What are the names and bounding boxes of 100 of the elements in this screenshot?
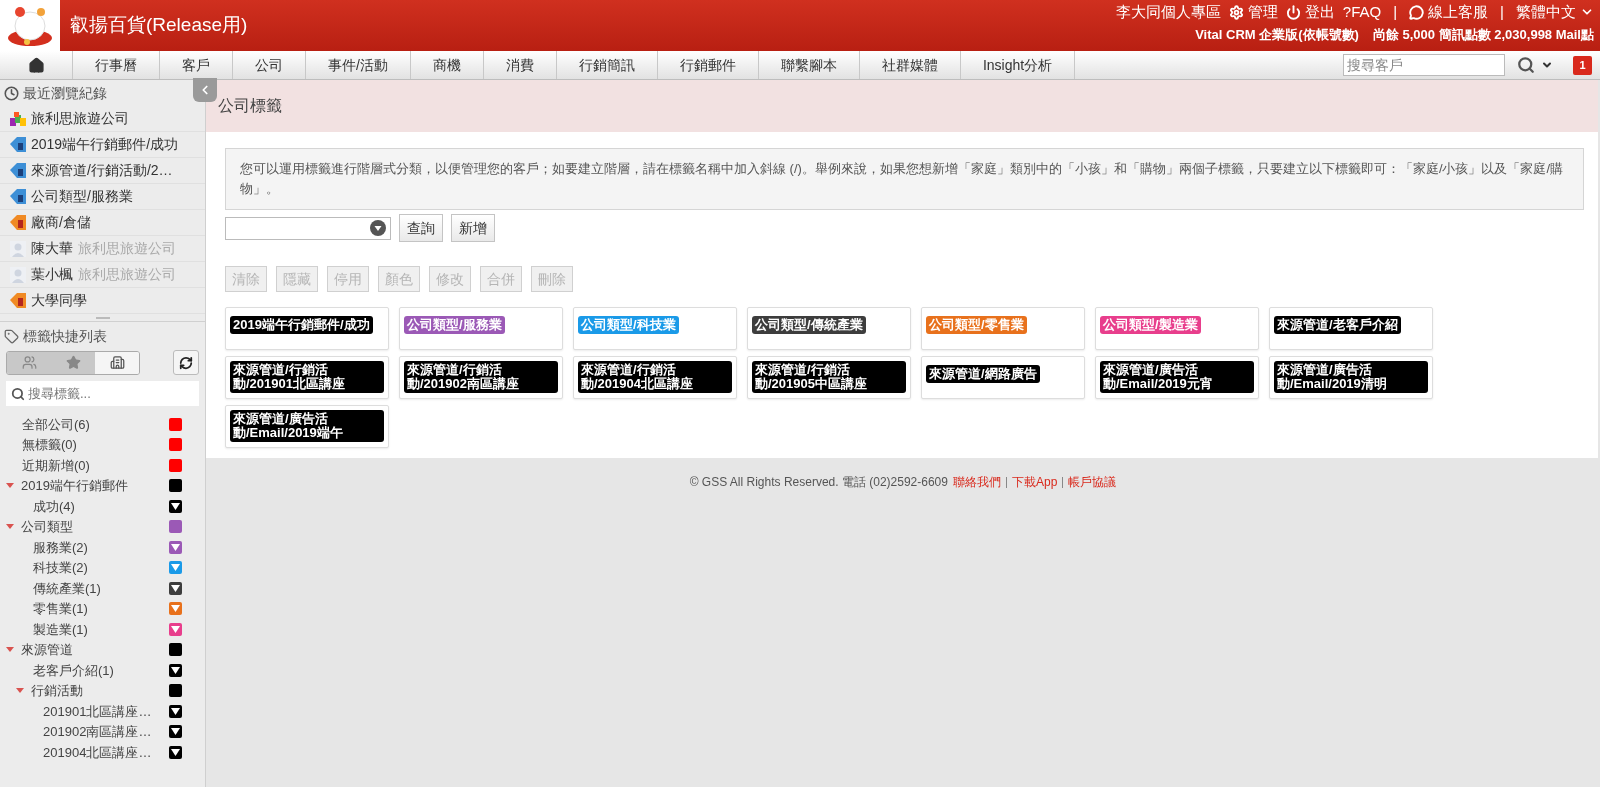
- tag-menu-swatch[interactable]: [169, 745, 182, 759]
- tag-color-swatch[interactable]: [169, 438, 182, 452]
- tag-tree-item[interactable]: 科技業(2): [33, 558, 169, 578]
- add-button[interactable]: 新增: [451, 214, 495, 242]
- tag-menu-swatch[interactable]: [169, 704, 182, 718]
- recent-item[interactable]: 大學同學: [0, 288, 205, 314]
- tag-tree-item[interactable]: 公司類型: [21, 517, 169, 537]
- info-text: 您可以運用標籤進行階層式分類，以便管理您的客戶；如要建立階層，請在標籤名稱中加入斜線 (/)。舉例來說，如果您想新增「家庭」類別中的「小孩」和「購物」兩個子標籤，只要建立以下標籤即可：「家庭/小孩」以及「家庭/購物」。: [240, 160, 1565, 198]
- tag-menu-swatch[interactable]: [169, 540, 182, 554]
- tag-tree-item[interactable]: 2019端午行銷郵件: [21, 476, 169, 496]
- nav-tab[interactable]: 行銷簡訊: [556, 51, 658, 79]
- company-name: 旅利思旅遊公司: [78, 265, 176, 284]
- tag-card[interactable]: 公司類型/製造業: [1095, 307, 1259, 350]
- footer-link[interactable]: 帳戶協議: [1068, 473, 1117, 491]
- recent-item[interactable]: 公司類型/服務業: [0, 184, 205, 210]
- nav-tab[interactable]: 行銷郵件: [657, 51, 759, 79]
- logout-link[interactable]: 登出: [1285, 0, 1335, 24]
- tag-card[interactable]: 來源管道/行銷活動/201902南區講座: [399, 356, 563, 399]
- tag-tree-item[interactable]: 製造業(1): [33, 619, 169, 639]
- tag-menu-swatch[interactable]: [169, 602, 182, 616]
- filter-toggle[interactable]: [51, 351, 95, 374]
- tag-tree-item[interactable]: 老客戶介紹(1): [33, 660, 169, 680]
- tag-card[interactable]: 來源管道/廣告活動/Email/2019端午: [225, 405, 389, 448]
- tag-tree-item[interactable]: 零售業(1): [33, 599, 169, 619]
- tag-menu-swatch[interactable]: [169, 499, 182, 513]
- tag-card[interactable]: 2019端午行銷郵件/成功: [225, 307, 389, 350]
- recent-item[interactable]: 葉小楓 旅利思旅遊公司: [0, 262, 205, 288]
- settings-icon: [1228, 4, 1244, 20]
- tag-tree-item[interactable]: 成功(4): [33, 496, 169, 516]
- tag-tree-item[interactable]: 201901北區講座…: [43, 701, 169, 721]
- tag-card[interactable]: 公司類型/服務業: [399, 307, 563, 350]
- recent-item[interactable]: 旅利思旅遊公司: [0, 106, 205, 132]
- tag-color-swatch[interactable]: [169, 684, 182, 698]
- nav-tab[interactable]: 公司: [233, 51, 306, 79]
- tag-color-swatch[interactable]: [169, 643, 182, 657]
- expanded-arrow-icon[interactable]: [6, 646, 14, 654]
- tag-menu-swatch[interactable]: [169, 561, 182, 575]
- expanded-arrow-icon[interactable]: [6, 523, 14, 531]
- clock-icon: [4, 85, 19, 101]
- expanded-arrow-icon[interactable]: [16, 687, 24, 695]
- support-link[interactable]: 線上客服: [1409, 0, 1489, 24]
- filter-toggle[interactable]: [95, 351, 139, 374]
- tag-color-swatch[interactable]: [169, 417, 182, 431]
- tag-tree-item[interactable]: 來源管道: [21, 640, 169, 660]
- nav-tab[interactable]: 商機: [410, 51, 484, 79]
- tag-card[interactable]: 來源管道/老客戶介紹: [1269, 307, 1433, 350]
- tag-card[interactable]: 來源管道/廣告活動/Email/2019清明: [1269, 356, 1433, 399]
- recent-item[interactable]: 2019端午行銷郵件/成功: [0, 132, 205, 158]
- tag-card[interactable]: 來源管道/廣告活動/Email/2019元宵: [1095, 356, 1259, 399]
- tag-menu-swatch[interactable]: [169, 581, 182, 595]
- tag-tree-item[interactable]: 無標籤(0): [22, 435, 169, 455]
- tag-tree-item[interactable]: 傳統產業(1): [33, 578, 169, 598]
- recent-item-label: 葉小楓: [31, 265, 73, 284]
- recent-item[interactable]: 陳大華 旅利思旅遊公司: [0, 236, 205, 262]
- tag-tree-item[interactable]: 全部公司(6): [22, 414, 169, 434]
- nav-tab[interactable]: 聯繫腳本: [758, 51, 860, 79]
- tag-tree-item[interactable]: 201904北區講座…: [43, 742, 169, 762]
- footer-link[interactable]: 聯絡我們: [952, 473, 1001, 491]
- tag-card[interactable]: 來源管道/行銷活動/201901北區講座: [225, 356, 389, 399]
- tag-color-swatch[interactable]: [169, 520, 182, 534]
- recent-item[interactable]: 來源管道/行銷活動/2…: [0, 158, 205, 184]
- tag-card[interactable]: 公司類型/傳統產業: [747, 307, 911, 350]
- tag-search-field[interactable]: 搜尋標籤...: [6, 381, 199, 406]
- tag-card[interactable]: 來源管道/行銷活動/201905中區講座: [747, 356, 911, 399]
- tag-color-swatch[interactable]: [169, 479, 182, 493]
- tag-label: 來源管道/廣告活動/Email/2019端午: [230, 410, 384, 442]
- copyright-text: © GSS All Rights Reserved. 電話 (02)2592-6609: [689, 474, 948, 491]
- nav-tab[interactable]: Insight分析: [960, 51, 1076, 79]
- dropdown-icon: [171, 625, 180, 633]
- nav-tab[interactable]: 社群媒體: [859, 51, 961, 79]
- recent-item[interactable]: 廠商/倉儲: [0, 210, 205, 236]
- filter-toggle[interactable]: [7, 351, 51, 374]
- footer-link[interactable]: 下載App: [1011, 473, 1058, 491]
- expanded-arrow-icon[interactable]: [6, 482, 14, 490]
- customer-search-field[interactable]: 搜尋客戶: [1343, 54, 1505, 76]
- search-icon[interactable]: [1517, 56, 1535, 74]
- nav-tab[interactable]: 行事曆: [73, 51, 160, 79]
- nav-tab[interactable]: 事件/活動: [306, 51, 411, 79]
- tag-tree-item[interactable]: 服務業(2): [33, 537, 169, 557]
- header-link[interactable]: ?FAQ: [1342, 0, 1382, 24]
- tag-menu-swatch[interactable]: [169, 663, 182, 677]
- tag-label: 來源管道/老客戶介紹: [1274, 316, 1401, 334]
- manage-link[interactable]: 管理: [1228, 0, 1278, 24]
- tag-tree-item[interactable]: 行銷活動: [31, 681, 169, 701]
- refresh-button[interactable]: [173, 350, 199, 375]
- tag-card[interactable]: 來源管道/網路廣告: [921, 356, 1085, 399]
- tag-icon: [10, 137, 26, 152]
- tag-card[interactable]: 來源管道/行銷活動/201904北區講座: [573, 356, 737, 399]
- query-button[interactable]: 查詢: [399, 214, 443, 242]
- collapse-handle[interactable]: [193, 78, 217, 102]
- tag-tree-item[interactable]: 201902南區講座…: [43, 722, 169, 742]
- tag-color-swatch[interactable]: [169, 458, 182, 472]
- language-menu[interactable]: 繁體中文: [1516, 0, 1594, 24]
- header-link[interactable]: 李大同個人專區: [1115, 0, 1221, 24]
- tag-select[interactable]: [225, 216, 391, 240]
- tag-tree-item[interactable]: 近期新增(0): [22, 455, 169, 475]
- tag-menu-swatch[interactable]: [169, 725, 182, 739]
- notification-badge[interactable]: 1: [1573, 55, 1592, 75]
- tag-menu-swatch[interactable]: [169, 622, 182, 636]
- nav-tab[interactable]: 消費: [483, 51, 557, 79]
